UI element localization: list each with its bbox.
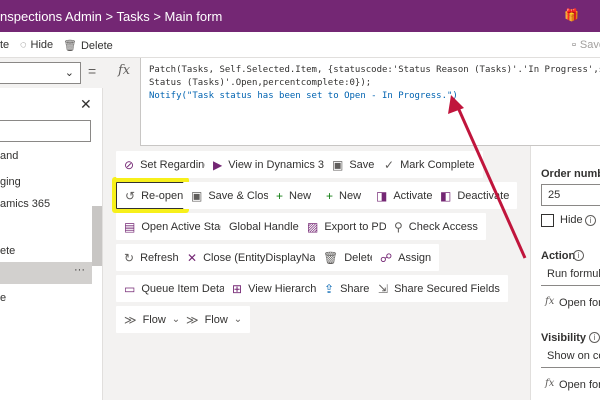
arrow-head — [448, 95, 464, 114]
annotation-arrow — [448, 95, 527, 259]
arrow-line — [454, 102, 527, 259]
